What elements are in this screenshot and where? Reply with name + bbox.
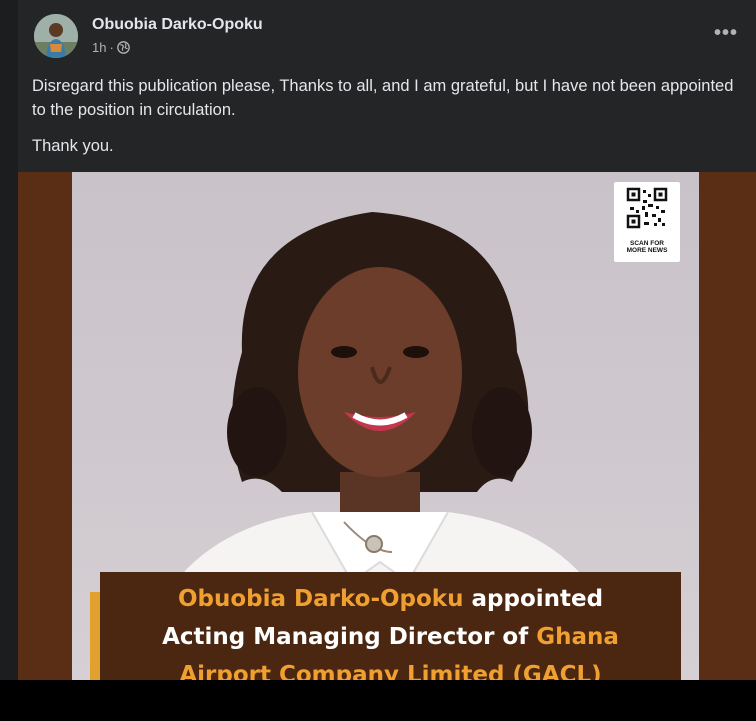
post-paragraph-2: Thank you. bbox=[32, 137, 114, 155]
meta-separator: · bbox=[109, 40, 114, 55]
post-meta: 1h · bbox=[92, 40, 130, 55]
post-text: Disregard this publication please, Thank… bbox=[32, 74, 742, 170]
post-time[interactable]: 1h bbox=[92, 40, 106, 55]
globe-icon[interactable] bbox=[116, 41, 130, 54]
qr-caption-line-1: SCAN FOR bbox=[630, 240, 664, 247]
headline-appointed: appointed bbox=[463, 586, 604, 612]
banner-accent bbox=[90, 592, 100, 680]
avatar[interactable] bbox=[34, 14, 78, 58]
qr-code[interactable]: SCAN FOR MORE NEWS bbox=[614, 182, 680, 262]
headline-line-2: Acting Managing Director of Ghana bbox=[100, 618, 681, 656]
bottom-bar bbox=[0, 680, 756, 721]
headline-line-3: Airport Company Limited (GACL) bbox=[179, 662, 602, 680]
qr-caption: SCAN FOR MORE NEWS bbox=[614, 240, 680, 254]
headline: Obuobia Darko-Opoku appointed Acting Man… bbox=[100, 580, 681, 680]
qr-code-icon bbox=[626, 187, 668, 229]
more-options-icon[interactable]: ••• bbox=[714, 22, 738, 45]
author-name[interactable]: Obuobia Darko-Opoku bbox=[92, 16, 263, 34]
avatar-photo bbox=[34, 14, 78, 58]
headline-name: Obuobia Darko-Opoku bbox=[177, 586, 464, 612]
headline-position: Acting Managing Director of bbox=[162, 624, 537, 650]
post-image[interactable]: SCAN FOR MORE NEWS Obuobia Darko-Opoku a… bbox=[18, 172, 756, 680]
post-card: Obuobia Darko-Opoku 1h · ••• Disregard t… bbox=[18, 0, 756, 680]
post-paragraph-1: Disregard this publication please, Thank… bbox=[32, 77, 734, 119]
headline-ghana: Ghana bbox=[536, 624, 619, 650]
qr-caption-line-2: MORE NEWS bbox=[626, 247, 668, 254]
headline-line-1: Obuobia Darko-Opoku appointed bbox=[100, 580, 681, 618]
